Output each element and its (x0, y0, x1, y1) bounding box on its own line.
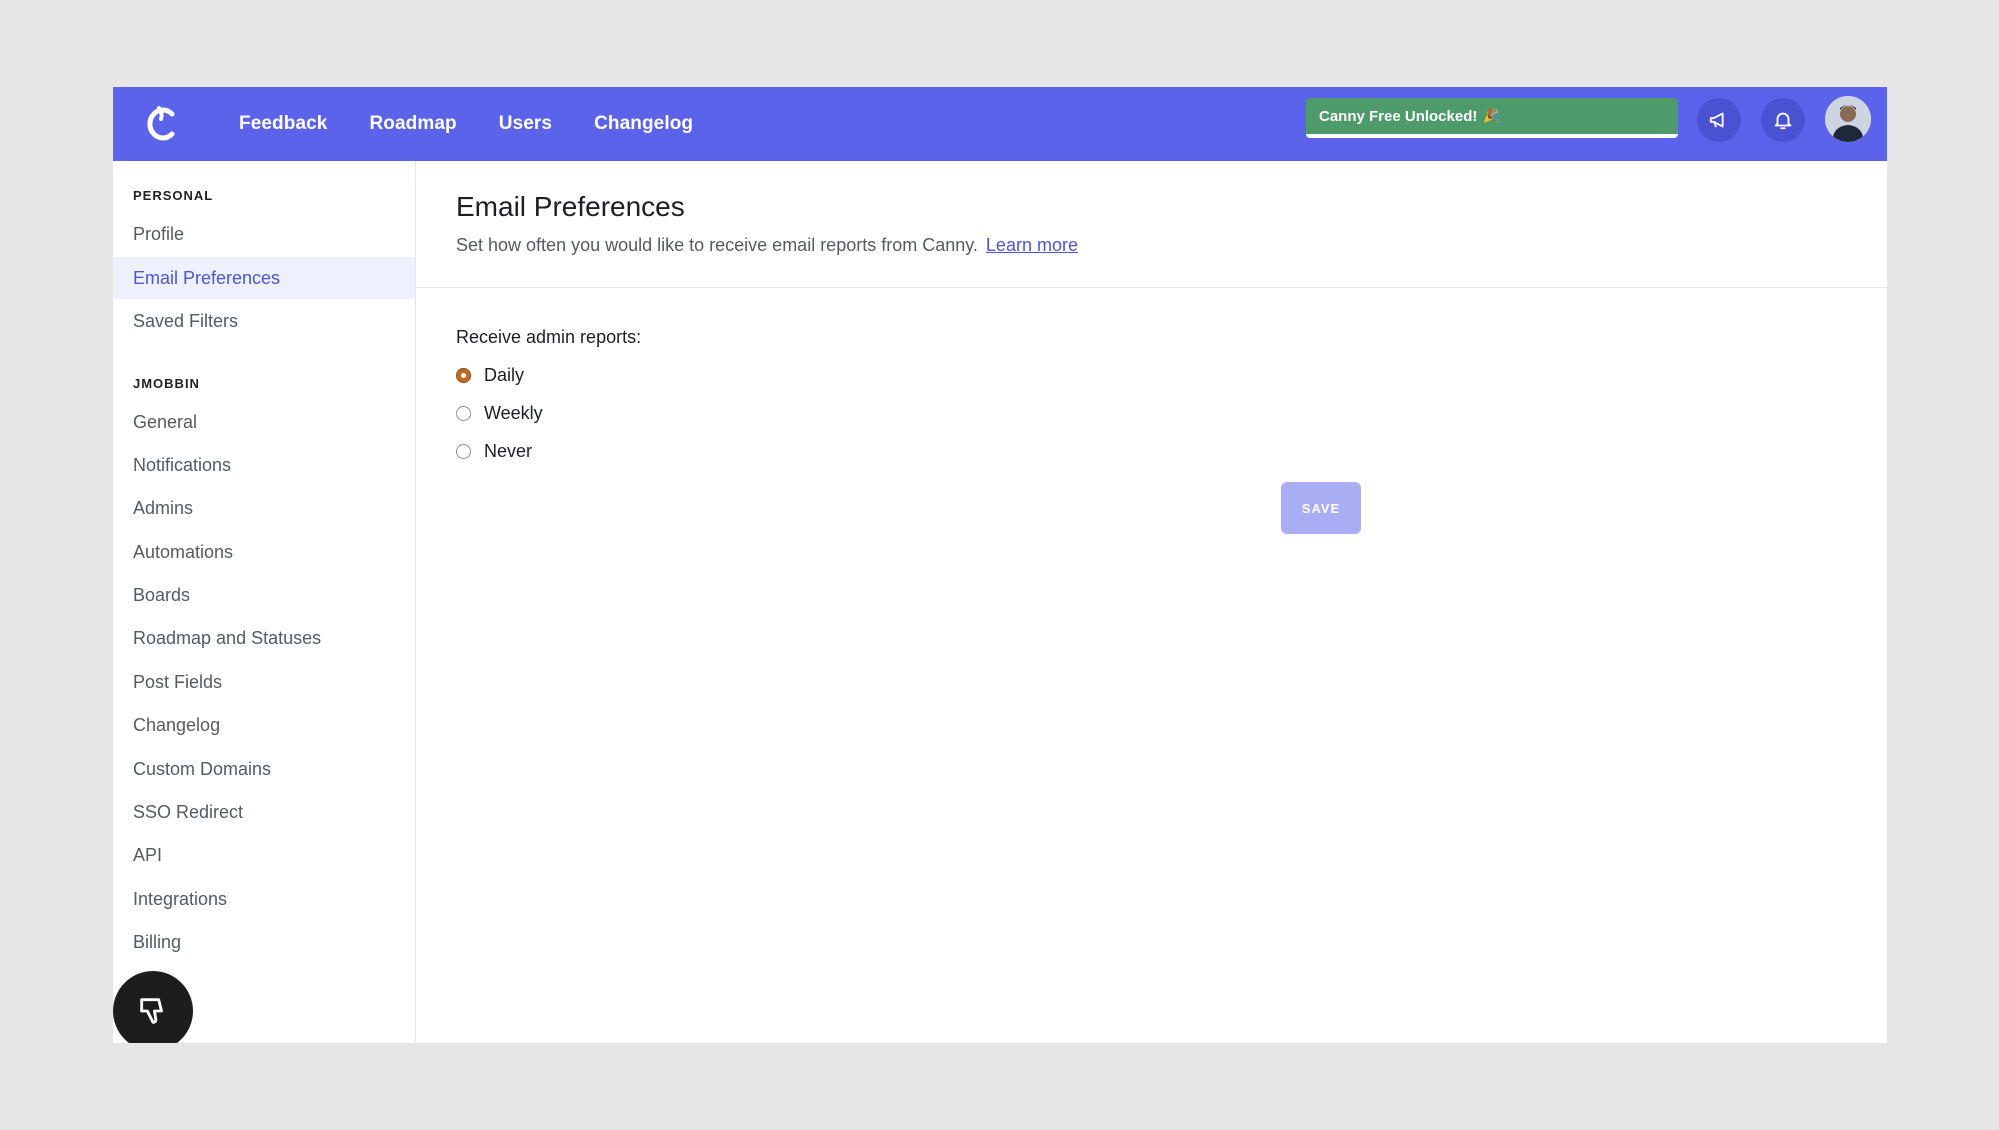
sidebar-item-api[interactable]: API (113, 834, 415, 876)
sidebar-item-changelog[interactable]: Changelog (113, 704, 415, 746)
nav-roadmap[interactable]: Roadmap (369, 113, 456, 135)
avatar[interactable] (1825, 96, 1871, 142)
sidebar-item-notifications[interactable]: Notifications (113, 444, 415, 486)
sidebar-item-integrations[interactable]: Integrations (113, 878, 415, 920)
nav-feedback[interactable]: Feedback (239, 113, 327, 135)
top-navbar: Feedback Roadmap Users Changelog Canny F… (113, 87, 1887, 161)
sidebar-heading-jmobbin: JMOBBIN (133, 376, 200, 391)
settings-sidebar: PERSONAL Profile Email Preferences Saved… (113, 161, 416, 1043)
page-subtitle: Set how often you would like to receive … (456, 235, 1078, 256)
subtitle-text: Set how often you would like to receive … (456, 235, 978, 255)
divider (416, 287, 1887, 288)
radio-never[interactable] (456, 443, 471, 459)
radio-option-daily[interactable]: Daily (456, 363, 524, 387)
sidebar-item-roadmap-and-statuses[interactable]: Roadmap and Statuses (113, 617, 415, 659)
main-content: Email Preferences Set how often you woul… (416, 161, 1887, 1043)
sidebar-item-admins[interactable]: Admins (113, 487, 415, 529)
bell-icon[interactable] (1761, 98, 1805, 142)
sidebar-heading-personal: PERSONAL (133, 188, 214, 203)
radio-option-weekly[interactable]: Weekly (456, 401, 543, 425)
nav-users[interactable]: Users (499, 113, 552, 135)
radio-label-daily: Daily (484, 364, 525, 385)
sidebar-item-automations[interactable]: Automations (113, 531, 415, 573)
radio-weekly[interactable] (456, 405, 471, 421)
admin-reports-label: Receive admin reports: (456, 327, 642, 347)
canny-logo-icon[interactable] (135, 98, 187, 150)
radio-option-never[interactable]: Never (456, 439, 532, 463)
learn-more-link[interactable]: Learn more (986, 235, 1078, 255)
sidebar-item-sso-redirect[interactable]: SSO Redirect (113, 791, 415, 833)
thumbs-down-icon[interactable] (113, 971, 193, 1043)
canny-free-unlocked-banner[interactable]: Canny Free Unlocked! 🎉 (1306, 98, 1678, 138)
radio-label-never: Never (484, 440, 533, 461)
sidebar-item-custom-domains[interactable]: Custom Domains (113, 748, 415, 790)
radio-label-weekly: Weekly (484, 402, 543, 423)
sidebar-item-boards[interactable]: Boards (113, 574, 415, 616)
sidebar-item-general[interactable]: General (113, 401, 415, 443)
sidebar-item-post-fields[interactable]: Post Fields (113, 661, 415, 703)
nav-links: Feedback Roadmap Users Changelog (239, 87, 735, 161)
banner-text: Canny Free Unlocked! (1319, 107, 1478, 125)
party-popper-icon: 🎉 (1483, 108, 1500, 123)
page-title: Email Preferences (456, 191, 685, 222)
sidebar-item-profile[interactable]: Profile (113, 213, 415, 255)
app-window: Feedback Roadmap Users Changelog Canny F… (113, 87, 1887, 1043)
sidebar-item-email-preferences[interactable]: Email Preferences (113, 257, 415, 299)
nav-changelog[interactable]: Changelog (594, 113, 693, 135)
radio-daily[interactable] (456, 367, 471, 383)
megaphone-icon[interactable] (1697, 98, 1741, 142)
sidebar-item-billing[interactable]: Billing (113, 921, 415, 963)
save-button[interactable]: SAVE (1281, 482, 1361, 534)
sidebar-item-saved-filters[interactable]: Saved Filters (113, 300, 415, 342)
